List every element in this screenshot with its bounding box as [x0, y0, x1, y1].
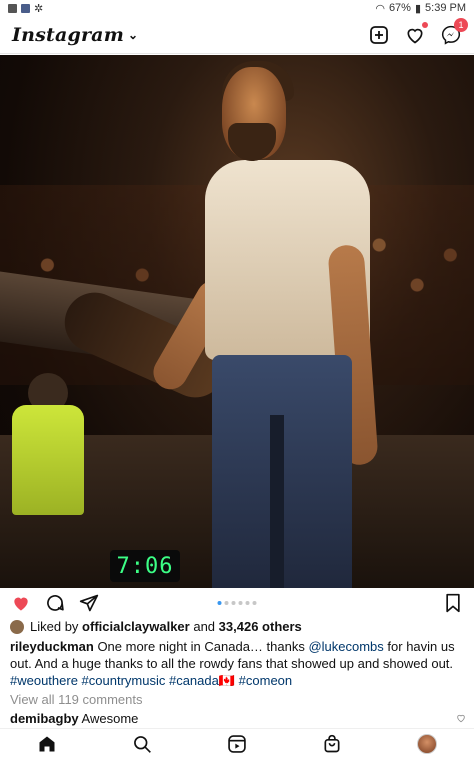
tab-search[interactable]: [130, 732, 154, 756]
heart-small-icon: [457, 714, 465, 723]
likes-summary[interactable]: Liked by officialclaywalker and 33,426 o…: [10, 618, 466, 635]
carousel-dot: [224, 601, 229, 605]
top-comment-text: demibagby Awesome: [10, 710, 138, 727]
gallery-notification-icon: [8, 3, 17, 13]
chevron-down-icon: ⌄: [128, 27, 139, 42]
heart-filled-icon: [14, 597, 28, 611]
carousel-indicator: [217, 601, 257, 605]
post-actions: [0, 588, 474, 618]
post-caption-area: Liked by officialclaywalker and 33,426 o…: [10, 618, 466, 727]
share-button[interactable]: [78, 592, 100, 614]
carousel-dot: [238, 601, 243, 605]
likes-user-link[interactable]: officialclaywalker: [82, 619, 190, 634]
carousel-dot: [252, 601, 257, 605]
activity-button[interactable]: [404, 21, 428, 46]
view-all-comments-link[interactable]: View all 119 comments: [10, 691, 466, 708]
liker-avatar: [10, 619, 24, 634]
tab-home[interactable]: [35, 732, 59, 756]
carousel-dot-active: [217, 601, 222, 605]
send-icon: [79, 594, 99, 612]
post-actions-left: [10, 592, 100, 614]
messenger-button[interactable]: 1: [440, 17, 468, 46]
activity-dot: [422, 21, 428, 28]
tab-shop[interactable]: [320, 732, 344, 756]
shopping-bag-icon: [324, 734, 340, 752]
create-post-button[interactable]: [368, 24, 390, 46]
battery-icon: ▮: [414, 2, 422, 15]
status-bar: ✲ ◠ 67% ▮ 5:39 PM: [0, 0, 474, 16]
clock: 5:39 PM: [425, 2, 466, 14]
bottom-tab-bar: [0, 728, 474, 758]
heart-outline-icon: [407, 28, 423, 43]
comment-like-button[interactable]: [456, 710, 466, 727]
comment-button[interactable]: [44, 592, 66, 614]
likes-text: Liked by officialclaywalker and 33,426 o…: [30, 618, 302, 635]
photo-jeans-gap: [270, 415, 284, 588]
caption-hashtags-1[interactable]: #weouthere #countrymusic #canada: [10, 673, 219, 688]
caption-text-1: One more night in Canada… thanks: [93, 639, 309, 654]
instagram-logo: Instagram: [12, 23, 124, 46]
photo-crew-vest: [12, 405, 84, 515]
top-comment: demibagby Awesome: [10, 710, 466, 727]
search-icon: [134, 735, 152, 753]
caption-hashtags-2[interactable]: #comeon: [235, 673, 292, 688]
app-header: Instagram ⌄ 1: [0, 16, 474, 54]
facebook-notification-icon: [21, 3, 30, 13]
sparkle-notification-icon: ✲: [34, 2, 44, 15]
comment-body: Awesome: [81, 711, 139, 726]
battery-percent: 67%: [388, 2, 411, 14]
instagram-logo-switcher[interactable]: Instagram ⌄: [12, 24, 138, 46]
carousel-dot: [231, 601, 236, 605]
caption-mention[interactable]: @lukecombs: [308, 639, 383, 654]
bookmark-icon: [446, 593, 460, 613]
profile-avatar: [416, 733, 437, 754]
caption-username[interactable]: rileyduckman: [10, 639, 94, 654]
header-actions: 1: [368, 17, 468, 46]
likes-prefix: Liked by: [30, 619, 79, 634]
status-notifications: ✲: [8, 2, 43, 15]
home-icon: [39, 736, 55, 751]
like-button[interactable]: [10, 592, 32, 614]
tab-profile[interactable]: [415, 732, 439, 756]
messages-badge: 1: [454, 17, 468, 32]
tab-reels[interactable]: [225, 732, 249, 756]
likes-others-link[interactable]: 33,426 others: [219, 619, 302, 634]
caption-text: rileyduckman One more night in Canada… t…: [10, 638, 466, 689]
reels-icon: [228, 734, 246, 753]
status-system: ◠ 67% ▮ 5:39 PM: [375, 2, 466, 15]
comment-icon: [47, 595, 64, 611]
post-photo[interactable]: 7:06: [0, 55, 474, 588]
plus-square-icon: [370, 25, 388, 44]
likes-conjunction: and: [193, 619, 216, 634]
comment-username[interactable]: demibagby: [10, 711, 79, 726]
carousel-dot: [245, 601, 250, 605]
save-button[interactable]: [442, 592, 464, 614]
canada-flag-emoji: 🇨🇦: [218, 673, 236, 688]
wifi-icon: ◠: [375, 2, 385, 15]
photo-stage-clock: 7:06: [110, 550, 180, 582]
